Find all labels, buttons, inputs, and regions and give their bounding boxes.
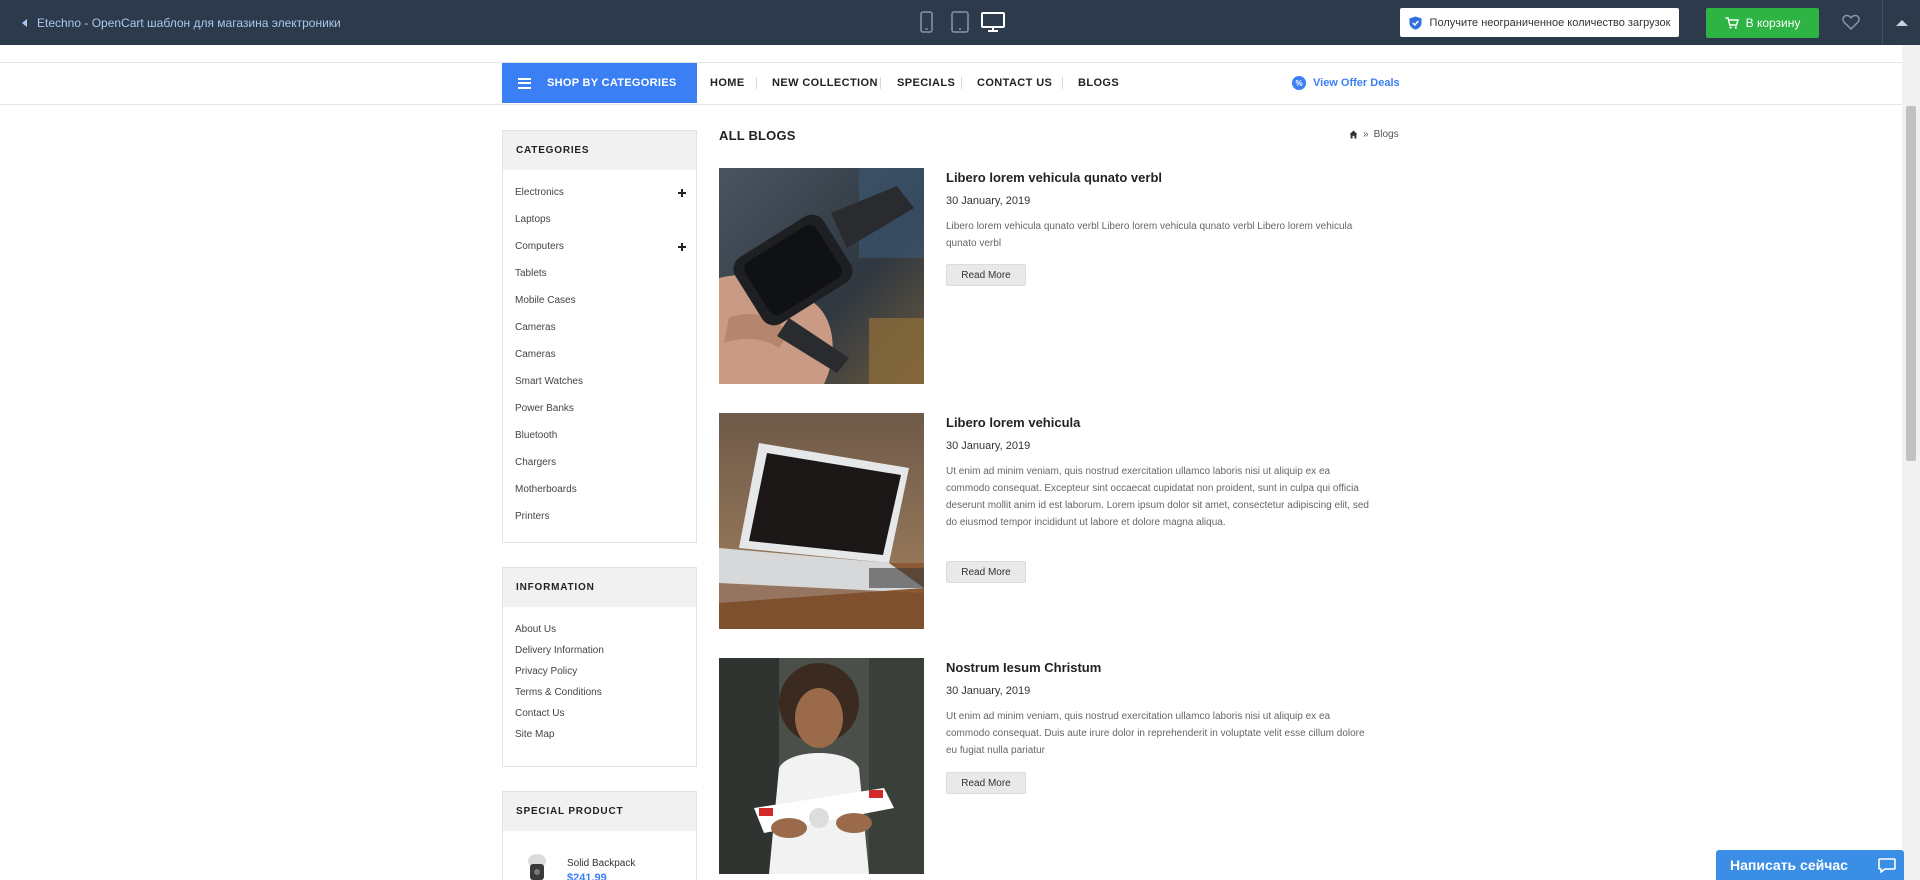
breadcrumb-separator: » (1363, 129, 1369, 140)
nav-separator (880, 77, 881, 89)
shop-by-categories-label: SHOP BY CATEGORIES (547, 77, 677, 89)
post-title[interactable]: Libero lorem vehicula (946, 415, 1080, 430)
collapse-topbar-button[interactable] (1882, 0, 1920, 45)
category-printers[interactable]: Printers (515, 511, 549, 522)
category-smart-watches[interactable]: Smart Watches (515, 376, 583, 387)
info-delivery[interactable]: Delivery Information (515, 645, 604, 656)
header-divider (0, 62, 1902, 63)
categories-heading: CATEGORIES (503, 131, 696, 170)
post-title[interactable]: Nostrum Iesum Christum (946, 660, 1101, 675)
post-excerpt: Ut enim ad minim veniam, quis nostrud ex… (946, 466, 1369, 528)
download-button-label: Получите неограниченное количество загру… (1429, 16, 1671, 29)
info-site-map[interactable]: Site Map (515, 729, 554, 740)
category-motherboards[interactable]: Motherboards (515, 484, 577, 495)
breadcrumb-current[interactable]: Blogs (1374, 129, 1399, 140)
chat-now-button[interactable]: Написать сейчас (1716, 850, 1904, 880)
nav-separator (1062, 77, 1063, 89)
info-privacy-policy[interactable]: Privacy Policy (515, 666, 577, 677)
header-divider (0, 104, 1902, 105)
nav-new-collection[interactable]: NEW COLLECTION (772, 77, 878, 91)
category-computers[interactable]: Computers (515, 241, 564, 252)
page-title: ALL BLOGS (719, 128, 796, 143)
information-heading: INFORMATION (503, 568, 696, 607)
category-tablets[interactable]: Tablets (515, 268, 547, 279)
chat-bubble-icon (1878, 857, 1896, 873)
post-excerpt: Libero lorem vehicula qunato verbl Liber… (946, 221, 1353, 249)
post-excerpt: Ut enim ad minim veniam, quis nostrud ex… (946, 711, 1365, 756)
heart-icon[interactable] (1842, 14, 1860, 31)
chat-label: Написать сейчас (1730, 857, 1848, 873)
special-product-price: $241.99 (567, 872, 607, 880)
nav-separator (961, 77, 962, 89)
back-link-label: Etechno - OpenCart шаблон для магазина э… (37, 16, 341, 30)
home-icon[interactable] (1349, 130, 1358, 139)
post-image-laptop[interactable] (719, 413, 924, 629)
information-box: INFORMATION About Us Delivery Informatio… (502, 567, 697, 767)
nav-specials[interactable]: SPECIALS (897, 77, 955, 91)
view-offer-deals-link[interactable]: % View Offer Deals (1292, 76, 1400, 90)
nav-contact-us[interactable]: CONTACT US (977, 77, 1052, 91)
special-product-name[interactable]: Solid Backpack (567, 858, 635, 869)
read-more-button[interactable]: Read More (946, 772, 1026, 794)
collapse-arrow-icon (1895, 19, 1908, 26)
categories-box: CATEGORIES Electronics Laptops Computers… (502, 130, 697, 543)
list-menu-icon (518, 77, 531, 89)
post-title[interactable]: Libero lorem vehicula qunato verbl (946, 170, 1162, 185)
post-date: 30 January, 2019 (946, 440, 1031, 452)
expand-plus-icon[interactable] (677, 188, 687, 198)
category-power-banks[interactable]: Power Banks (515, 403, 574, 414)
info-contact-us[interactable]: Contact Us (515, 708, 564, 719)
cart-button-label: В корзину (1745, 16, 1801, 30)
category-cameras[interactable]: Cameras (515, 322, 556, 333)
expand-plus-icon[interactable] (677, 242, 687, 252)
category-bluetooth[interactable]: Bluetooth (515, 430, 557, 441)
tablet-view-icon[interactable] (951, 11, 969, 33)
add-to-cart-button[interactable]: В корзину (1706, 8, 1819, 38)
post-image-drone[interactable] (719, 658, 924, 874)
special-product-image[interactable] (519, 852, 555, 880)
offer-label: View Offer Deals (1313, 77, 1400, 89)
info-terms-conditions[interactable]: Terms & Conditions (515, 687, 602, 698)
post-date: 30 January, 2019 (946, 195, 1031, 207)
post-date: 30 January, 2019 (946, 685, 1031, 697)
special-product-heading: SPECIAL PRODUCT (503, 792, 696, 831)
post-image-smartwatch[interactable] (719, 168, 924, 384)
desktop-view-icon[interactable] (981, 11, 1005, 33)
category-mobile-cases[interactable]: Mobile Cases (515, 295, 576, 306)
info-about-us[interactable]: About Us (515, 624, 556, 635)
back-arrow-icon (22, 19, 27, 27)
shield-icon (1409, 16, 1422, 30)
category-chargers[interactable]: Chargers (515, 457, 556, 468)
shop-by-categories-button[interactable]: SHOP BY CATEGORIES (502, 63, 697, 103)
cart-icon (1725, 17, 1739, 29)
category-laptops[interactable]: Laptops (515, 214, 551, 225)
category-cameras[interactable]: Cameras (515, 349, 556, 360)
phone-view-icon[interactable] (920, 11, 933, 33)
nav-separator (756, 77, 757, 89)
offer-badge-icon: % (1292, 76, 1306, 90)
breadcrumb: » Blogs (1349, 129, 1399, 140)
read-more-button[interactable]: Read More (946, 264, 1026, 286)
unlimited-downloads-button[interactable]: Получите неограниченное количество загру… (1400, 8, 1679, 37)
read-more-button[interactable]: Read More (946, 561, 1026, 583)
nav-blogs[interactable]: BLOGS (1078, 77, 1119, 91)
nav-home[interactable]: HOME (710, 77, 745, 91)
category-electronics[interactable]: Electronics (515, 187, 564, 198)
scrollbar-thumb[interactable] (1906, 106, 1916, 461)
back-to-theme-link[interactable]: Etechno - OpenCart шаблон для магазина э… (22, 15, 341, 31)
